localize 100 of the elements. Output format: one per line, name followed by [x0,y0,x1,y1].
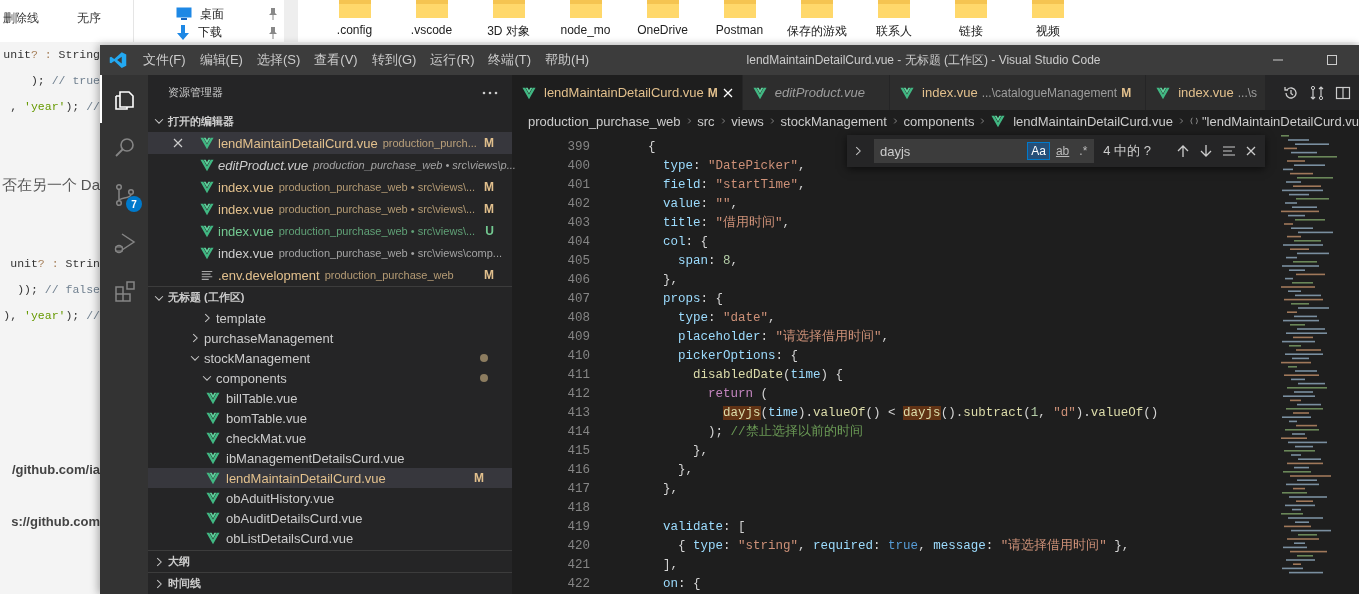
window-title: lendMaintainDetailCurd.vue - 无标题 (工作区) - Visual Studio Code [745,51,1102,69]
folder-label[interactable]: 联系人 [875,23,912,40]
split-editor-icon[interactable] [1335,84,1351,101]
monitor-icon [176,7,192,22]
history-icon[interactable] [1283,84,1299,101]
menu-item[interactable]: 查看(V) [307,51,365,69]
vue-icon [206,471,220,485]
editor-tab[interactable]: lendMaintainDetailCurd.vue M [512,75,743,110]
breadcrumb-item[interactable]: views [731,113,764,129]
breadcrumb-item[interactable]: stockManagement [780,113,887,129]
file-item[interactable]: obAuditDetailsCurd.vue [148,508,512,528]
find-option-toggle[interactable]: .* [1076,143,1091,159]
open-editor-item[interactable]: index.vue production_purchase_web • src\views\comp... [148,242,512,264]
arrow-down-icon[interactable] [1199,144,1213,158]
folder-label[interactable]: .vscode [410,23,453,37]
open-editor-item[interactable]: .env.development production_purchase_web M [148,264,512,286]
line-number: 402 [566,196,590,213]
arrow-up-icon[interactable] [1176,144,1190,158]
line-number: 407 [566,291,590,308]
folder-icon [645,0,680,20]
file-item[interactable]: checkMat.vue [148,428,512,448]
link-text[interactable]: /github.com/ia [11,457,100,483]
file-item[interactable]: obListDetailsCurd.vue [148,528,512,548]
nav-item[interactable]: 桌面 [144,5,284,24]
folder-icon [491,0,526,20]
line-number: 417 [566,481,590,498]
toolbar-button[interactable]: 删除线 [3,10,39,26]
editor-tab[interactable]: index.vue ...\s [1146,75,1267,110]
breadcrumb-item[interactable]: src [697,113,715,129]
folder-item[interactable]: stockManagement [148,348,512,368]
open-editor-item[interactable]: index.vue production_purchase_web • src\views\... U [148,220,512,242]
line-number: 401 [566,177,590,194]
maximize-icon[interactable] [1326,54,1338,66]
folder-item[interactable]: components [148,368,512,388]
more-icon[interactable] [482,90,498,95]
menu-item[interactable]: 终端(T) [481,51,539,69]
editor-tab[interactable]: editProduct.vue [742,75,891,110]
menu-item[interactable]: 选择(S) [249,51,308,69]
line-number: 421 [566,557,590,574]
toolbar-button[interactable]: 无序 [77,10,101,26]
find-option-toggle[interactable]: ab [1052,143,1073,159]
menu-item[interactable]: 转到(G) [364,51,424,69]
vue-icon [900,85,915,100]
open-editor-item[interactable]: lendMaintainDetailCurd.vue production_purch... M [148,132,512,154]
close-icon[interactable] [172,137,184,149]
folder-item[interactable]: template [148,308,512,328]
folder-icon [337,0,372,20]
code-line: field: "startTime", [663,177,806,194]
close-icon[interactable] [1245,145,1257,157]
line-number: 418 [566,500,590,517]
folder-label[interactable]: node_mo [560,23,611,37]
compare-icon[interactable] [1309,84,1325,101]
file-item[interactable]: billTable.vue [148,388,512,408]
folder-label[interactable]: 保存的游戏 [786,23,847,40]
code-line: dayjs(time).valueOf() < dayjs().subtract(1, "d").valueOf() [723,405,1159,422]
file-item[interactable]: bomTable.vue [148,408,512,428]
close-icon[interactable] [721,86,734,99]
code-line: props: { [663,291,724,308]
editor-tab[interactable]: index.vue ...\catalogueManagement M [890,75,1147,110]
folder-icon [568,0,603,20]
line-number: 410 [566,348,590,365]
git-status-label: M [474,471,484,485]
folder-label[interactable]: Postman [715,23,764,37]
menu-item[interactable]: 帮助(H) [538,51,597,69]
app-logo-icon [109,51,127,69]
open-editor-item[interactable]: index.vue production_purchase_web • src\views\... M [148,198,512,220]
folder-label[interactable]: OneDrive [637,23,688,37]
folder-label[interactable]: 3D 对象 [487,23,530,40]
vue-icon [206,391,220,405]
folder-item[interactable]: purchaseManagement [148,328,512,348]
menu-item[interactable]: 文件(F) [136,51,193,69]
activity-button[interactable]: 7 [100,171,148,219]
menu-item[interactable]: 运行(R) [423,51,482,69]
open-editor-item[interactable]: index.vue production_purchase_web • src\views\... M [148,176,512,198]
folder-label[interactable]: 视频 [1035,23,1060,40]
vue-icon [206,431,220,445]
find-option-toggle[interactable]: Aa [1028,143,1049,159]
section-header[interactable]: 无标题 (工作区) [148,286,512,308]
code-line: return ( [708,386,769,403]
breadcrumb-item[interactable]: lendMaintainDetailCurd.vue [1013,113,1173,129]
link-text[interactable]: s://github.com [11,509,100,535]
menu-item[interactable]: 编辑(E) [192,51,250,69]
nav-item[interactable]: 下载 [144,23,284,42]
file-item[interactable]: ibManagementDetailsCurd.vue [148,448,512,468]
section-header[interactable]: 大纲 [148,550,512,572]
vue-icon [200,224,214,238]
find-input[interactable]: dayjs Aa ab .* [874,139,1095,163]
file-item[interactable]: obAduitHistory.vue [148,488,512,508]
breadcrumb-item[interactable]: production_purchase_web [528,113,681,129]
find-in-selection-icon[interactable] [1222,144,1236,158]
code-line: placeholder: "请选择借用时间", [678,328,890,346]
paragraph-text: 否在另一个 Da [1,175,100,195]
section-header[interactable]: 时间线 [148,572,512,594]
line-number: 411 [566,367,590,384]
section-header[interactable]: 打开的编辑器 [148,110,512,132]
folder-label[interactable]: .config [336,23,373,37]
folder-label[interactable]: 链接 [958,23,983,40]
file-item[interactable]: lendMaintainDetailCurd.vue M [148,468,512,488]
breadcrumb-item[interactable]: components [903,113,975,129]
breadcrumb-item[interactable]: "lendMaintainDetailCurd.vu [1201,113,1359,129]
